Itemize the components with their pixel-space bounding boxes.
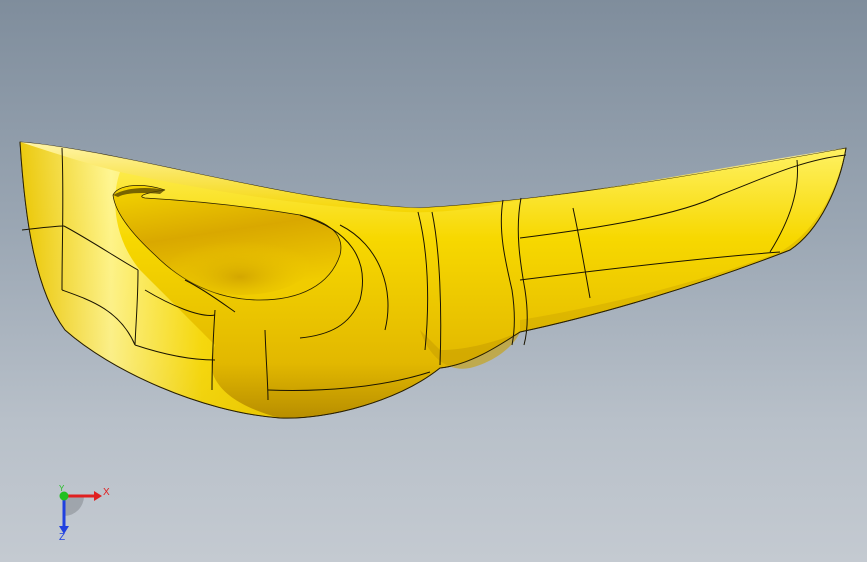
x-axis-label: X [103,487,110,498]
3d-part-model[interactable] [0,0,867,562]
axis-triad: X Y Z [44,478,124,548]
x-axis-arrow [94,491,102,501]
y-axis-label: Y [59,484,65,493]
z-axis-label: Z [59,532,66,543]
graphics-viewport[interactable]: X Y Z [0,0,867,562]
